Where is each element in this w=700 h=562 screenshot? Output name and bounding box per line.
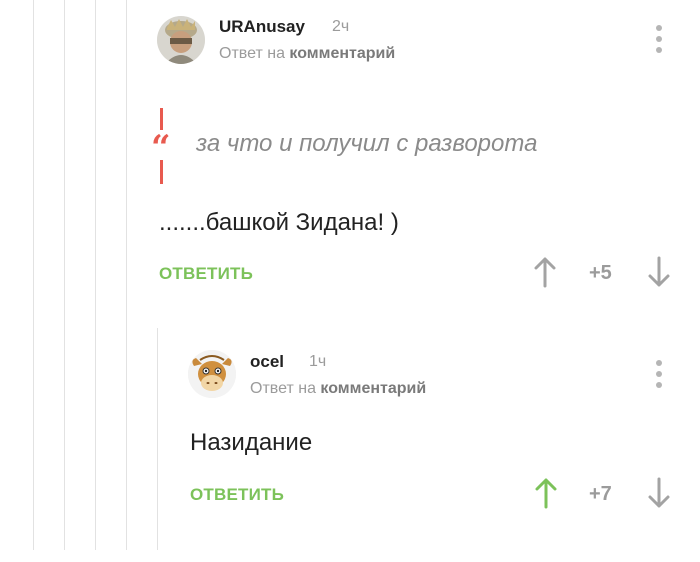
comment-text: .......башкой Зидана! ) [159, 209, 399, 236]
quote-text: за что и получил с разворота [196, 130, 538, 157]
comment-ocel: ocel 1ч Ответ на комментарий Назидание О… [0, 330, 700, 550]
avatar-image [188, 350, 236, 398]
comment-time: 2ч [332, 18, 350, 35]
reply-to-link[interactable]: комментарий [289, 45, 395, 62]
reply-button[interactable]: ОТВЕТИТЬ [190, 485, 284, 505]
upvote-button[interactable] [534, 477, 558, 509]
avatar-image [157, 16, 205, 64]
reply-to-prefix: Ответ на [250, 380, 316, 397]
avatar[interactable] [188, 350, 236, 398]
reply-to-link[interactable]: комментарий [320, 380, 426, 397]
more-vertical-icon[interactable] [654, 25, 664, 55]
downvote-button[interactable] [647, 256, 671, 288]
arrow-up-icon [535, 478, 557, 509]
arrow-down-icon [648, 256, 670, 287]
quote-bar-bottom [160, 160, 163, 184]
reply-to-label: Ответ на комментарий [250, 380, 426, 398]
quote-bar-top [160, 108, 163, 130]
author-name[interactable]: ocel [250, 352, 284, 372]
reply-to-prefix: Ответ на [219, 45, 285, 62]
rating: +5 [589, 262, 612, 284]
comment-time: 1ч [309, 353, 327, 370]
comment-text: Назидание [190, 429, 313, 456]
reply-button[interactable]: ОТВЕТИТЬ [159, 264, 253, 284]
author-name[interactable]: URAnusay [219, 17, 305, 37]
arrow-up-icon [534, 257, 556, 288]
avatar[interactable] [157, 16, 205, 64]
reply-to-label: Ответ на комментарий [219, 45, 395, 63]
more-vertical-icon[interactable] [654, 360, 664, 390]
rating: +7 [589, 483, 612, 505]
downvote-button[interactable] [647, 477, 671, 509]
comment-uranusay: URAnusay 2ч Ответ на комментарий “ за чт… [0, 0, 700, 300]
upvote-button[interactable] [533, 256, 557, 288]
arrow-down-icon [648, 477, 670, 508]
